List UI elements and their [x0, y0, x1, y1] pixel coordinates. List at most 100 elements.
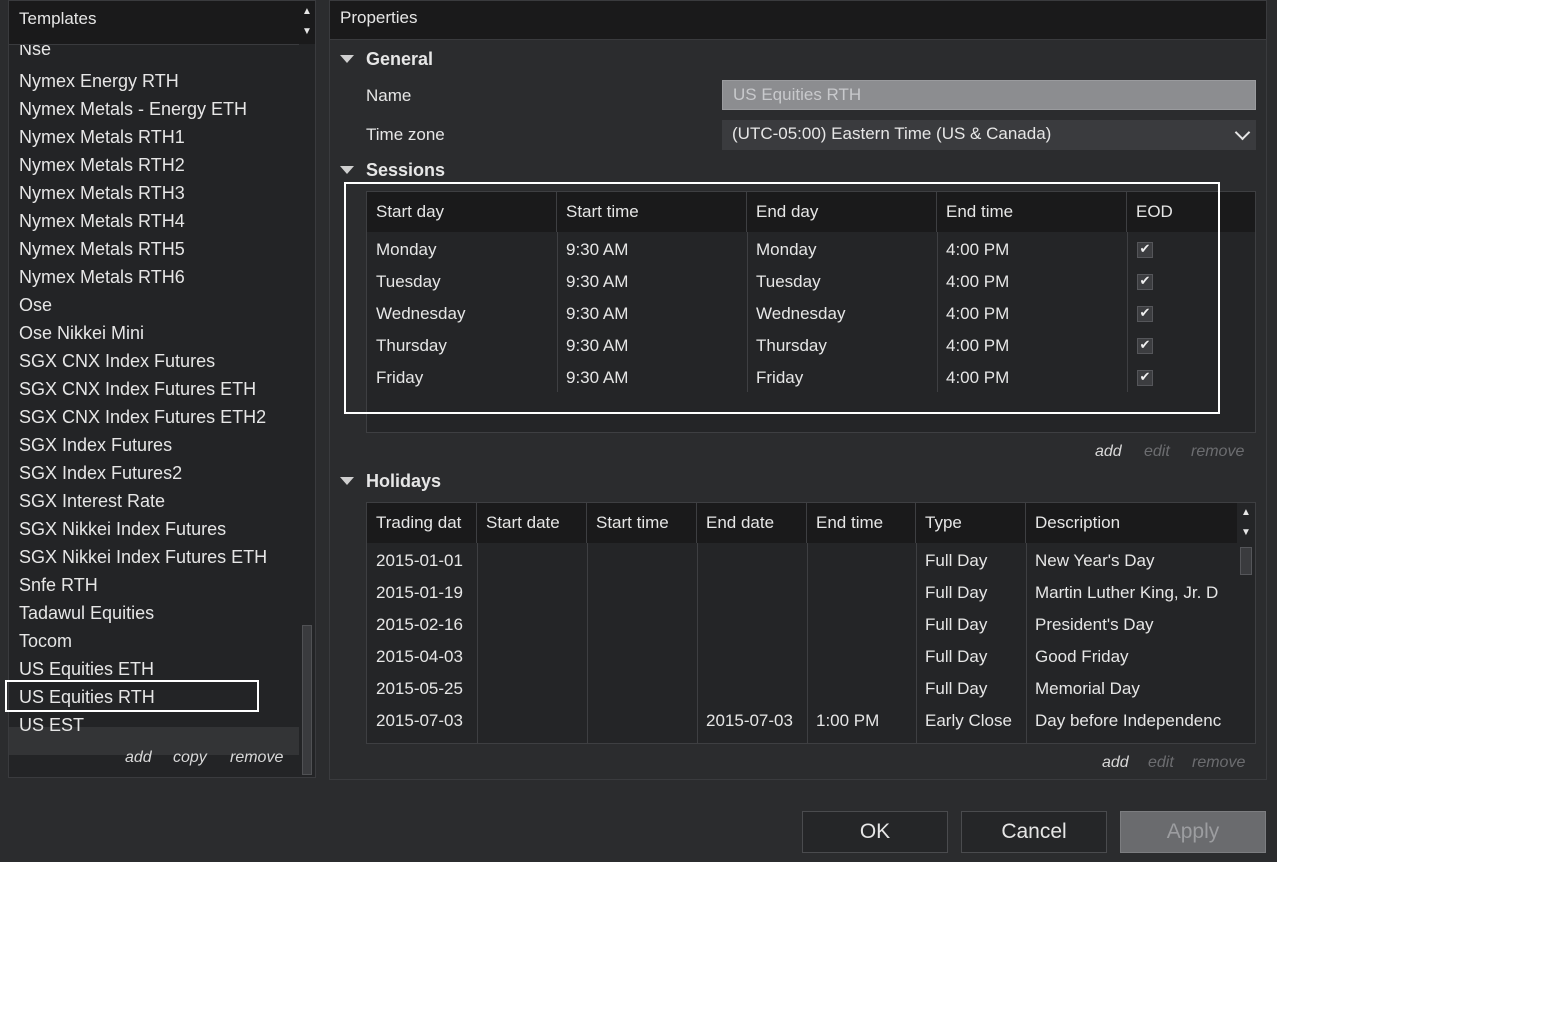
holiday-row[interactable]: 2015-01-19 Full Day Martin Luther King, Jr… [367, 580, 1237, 612]
template-list-item[interactable]: SGX Nikkei Index Futures [19, 515, 226, 543]
holiday-cell-description: New Year's Day [1035, 551, 1155, 570]
column-end-time[interactable]: End time [807, 503, 916, 543]
template-list-item[interactable]: Nymex Metals RTH2 [19, 151, 185, 179]
template-list-item[interactable]: Ose [19, 291, 52, 319]
templates-title: Templates [19, 9, 97, 28]
session-remove-link[interactable]: remove [1191, 443, 1244, 461]
column-start-time[interactable]: Start time [587, 503, 697, 543]
holiday-cell-end-time: 1:00 PM [816, 711, 880, 730]
holiday-cell-trading-date: 2015-04-03 [376, 647, 463, 666]
template-list-item[interactable]: US EST [19, 711, 84, 739]
holiday-row[interactable]: 2015-02-16 Full Day President's Day [367, 612, 1237, 644]
templates-scrollbar[interactable] [299, 45, 315, 777]
template-copy-link[interactable]: copy [173, 749, 207, 767]
general-section-title: General [366, 49, 434, 69]
template-list-item[interactable]: SGX CNX Index Futures ETH [19, 375, 256, 403]
timezone-label: Time zone [366, 125, 445, 144]
template-list-item[interactable]: Nymex Metals RTH3 [19, 179, 185, 207]
template-list-item[interactable]: Snfe RTH [19, 571, 98, 599]
templates-panel: Templates ▲ ▼ Nse Nymex Energy RTH Nymex … [8, 0, 316, 778]
holiday-cell-description: Martin Luther King, Jr. D [1035, 583, 1219, 602]
session-add-link[interactable]: add [1095, 443, 1122, 461]
holiday-cell-type: Full Day [925, 679, 988, 698]
session-edit-link[interactable]: edit [1144, 443, 1170, 461]
name-field[interactable]: US Equities RTH [722, 80, 1256, 110]
holidays-scrollbar[interactable]: ▲ ▼ [1237, 503, 1255, 743]
holiday-edit-link[interactable]: edit [1148, 754, 1174, 772]
sessions-section-title: Sessions [366, 160, 446, 180]
holiday-cell-trading-date: 2015-05-25 [376, 679, 463, 698]
holiday-row[interactable]: 2015-07-03 2015-07-03 1:00 PM Early Close Da… [367, 708, 1237, 740]
holidays-table: Trading dat Start date Start time End da… [366, 502, 1256, 744]
template-list-item[interactable]: SGX CNX Index Futures [19, 347, 215, 375]
template-list-item[interactable]: SGX Index Futures2 [19, 459, 182, 487]
template-list-item[interactable]: Nymex Energy RTH [19, 67, 179, 95]
holiday-cell-trading-date: 2015-07-03 [376, 711, 463, 730]
templates-spinner: ▲ ▼ [299, 1, 315, 44]
template-list-item[interactable]: SGX CNX Index Futures ETH2 [19, 403, 266, 431]
holiday-cell-trading-date: 2015-02-16 [376, 615, 463, 634]
selected-template-highlight [5, 680, 259, 712]
holiday-row[interactable]: 2015-05-25 Full Day Memorial Day [367, 676, 1237, 708]
template-list-item[interactable]: Nymex Metals RTH1 [19, 123, 185, 151]
apply-button[interactable]: Apply [1120, 811, 1266, 853]
column-type[interactable]: Type [916, 503, 1026, 543]
holiday-cell-type: Full Day [925, 647, 988, 666]
scroll-down-icon[interactable]: ▼ [1238, 527, 1254, 539]
template-list-item[interactable]: Nymex Metals RTH5 [19, 235, 185, 263]
list-item-partial[interactable]: Nse [19, 45, 51, 59]
template-list-item[interactable]: SGX Index Futures [19, 431, 172, 459]
template-list-item[interactable]: SGX Interest Rate [19, 487, 165, 515]
template-list-item[interactable]: Tocom [19, 627, 72, 655]
timezone-value: (UTC-05:00) Eastern Time (US & Canada) [732, 124, 1052, 143]
holiday-cell-trading-date: 2015-01-01 [376, 551, 463, 570]
column-description[interactable]: Description [1026, 503, 1237, 543]
collapse-holidays-icon[interactable] [340, 477, 354, 485]
holiday-row[interactable]: 2015-01-01 Full Day New Year's Day [367, 548, 1237, 580]
templates-scrollbar-thumb[interactable] [302, 625, 312, 775]
properties-title: Properties [340, 8, 418, 27]
properties-header: Properties [330, 1, 1266, 40]
column-end-date[interactable]: End date [697, 503, 807, 543]
template-remove-link[interactable]: remove [230, 749, 283, 767]
template-list-item[interactable]: US Equities ETH [19, 655, 154, 683]
holiday-remove-link[interactable]: remove [1192, 754, 1245, 772]
trading-hours-dialog: Templates ▲ ▼ Nse Nymex Energy RTH Nymex … [0, 0, 1277, 862]
holiday-add-link[interactable]: add [1102, 754, 1129, 772]
column-start-date[interactable]: Start date [477, 503, 587, 543]
holiday-cell-type: Full Day [925, 615, 988, 634]
template-list-item[interactable]: Nymex Metals RTH4 [19, 207, 185, 235]
template-add-link[interactable]: add [125, 749, 152, 767]
templates-header: Templates [9, 1, 299, 45]
holiday-cell-type: Full Day [925, 551, 988, 570]
holiday-cell-type: Full Day [925, 583, 988, 602]
template-list-item[interactable]: Nymex Metals - Energy ETH [19, 95, 247, 123]
template-list-item[interactable]: Tadawul Equities [19, 599, 154, 627]
scroll-down-icon[interactable]: ▼ [299, 26, 315, 38]
timezone-select[interactable]: (UTC-05:00) Eastern Time (US & Canada) [722, 120, 1256, 150]
templates-list: Nse Nymex Energy RTH Nymex Metals - Energ… [9, 45, 299, 775]
column-trading-date[interactable]: Trading dat [367, 503, 477, 543]
name-label: Name [366, 86, 412, 105]
holidays-section-title: Holidays [366, 471, 442, 491]
holiday-cell-description: President's Day [1035, 615, 1154, 634]
scroll-up-icon[interactable]: ▲ [299, 6, 315, 18]
collapse-sessions-icon[interactable] [340, 166, 354, 174]
template-list-item[interactable]: SGX Nikkei Index Futures ETH [19, 543, 267, 571]
holiday-cell-description: Day before Independenc [1035, 711, 1222, 730]
template-list-item[interactable]: Nymex Metals RTH6 [19, 263, 185, 291]
holidays-table-header: Trading dat Start date Start time End da… [367, 503, 1237, 543]
holiday-cell-trading-date: 2015-01-19 [376, 583, 463, 602]
holiday-cell-type: Early Close [925, 711, 1012, 730]
chevron-down-icon [1234, 124, 1251, 141]
holidays-scrollbar-thumb[interactable] [1240, 547, 1252, 575]
scroll-up-icon[interactable]: ▲ [1238, 507, 1254, 519]
holiday-cell-description: Good Friday [1035, 647, 1129, 666]
sessions-highlight [344, 182, 1220, 414]
ok-button[interactable]: OK [802, 811, 948, 853]
template-list-item[interactable]: Ose Nikkei Mini [19, 319, 144, 347]
holiday-cell-description: Memorial Day [1035, 679, 1140, 698]
cancel-button[interactable]: Cancel [961, 811, 1107, 853]
holiday-row[interactable]: 2015-04-03 Full Day Good Friday [367, 644, 1237, 676]
collapse-general-icon[interactable] [340, 55, 354, 63]
